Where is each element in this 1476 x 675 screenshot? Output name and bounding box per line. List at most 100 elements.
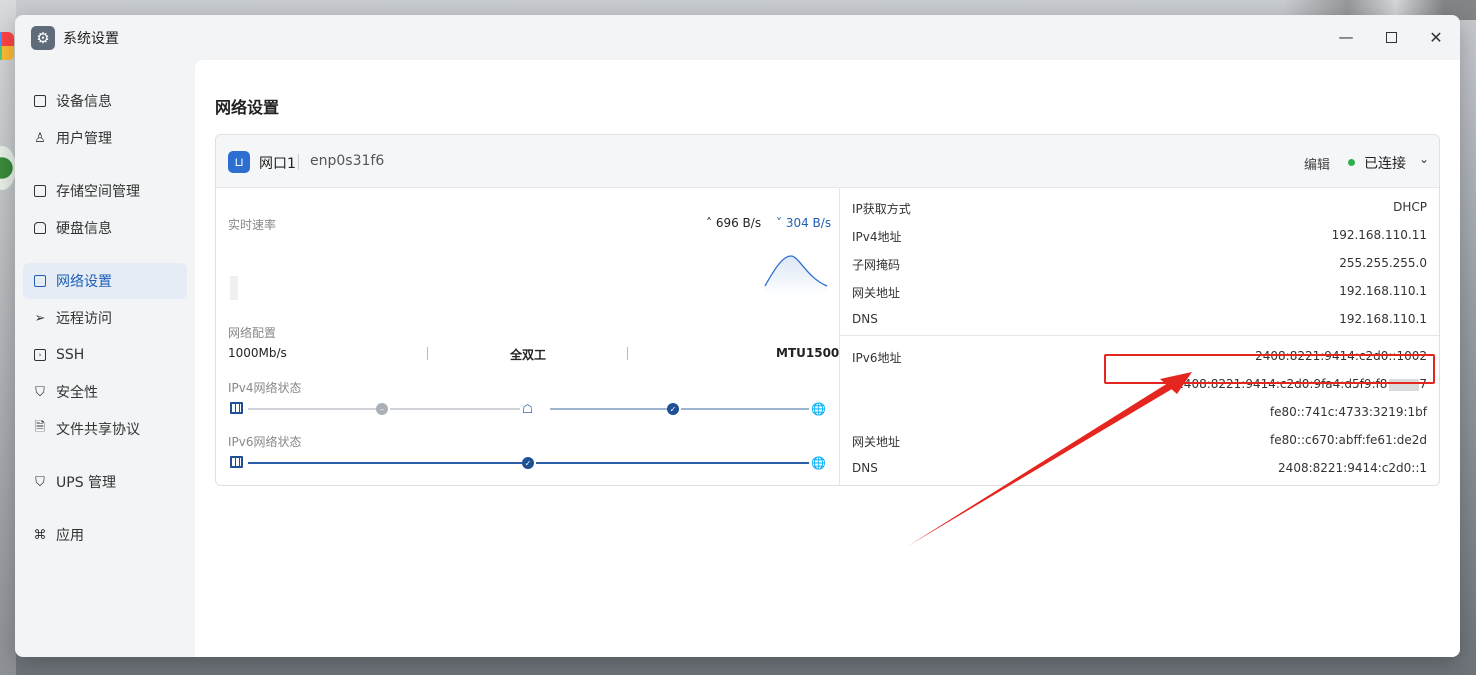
sidebar-item-label: SSH [56,347,85,363]
maximize-icon [1385,31,1397,43]
ipv4-address-label: IPv4地址 [852,230,902,244]
ipv6-address-value: fe80::741c:4733:3219:1bf [1269,405,1427,419]
sidebar-item-ssh[interactable]: › SSH [23,337,187,373]
nic-icon [230,402,243,414]
minus-icon: – [376,403,388,415]
gateway-label: 网关地址 [852,286,901,300]
sidebar-item-label: 安全性 [56,385,98,401]
check-icon: ✓ [667,403,679,415]
ip-method-value: DHCP [1393,200,1427,214]
ipv4-track-segment [550,408,668,410]
device-icon [33,94,47,108]
ipv6-track-segment [248,462,522,464]
gear-icon: ⚙ [31,26,55,50]
upload-speed: ˄ 696 B/s [706,216,762,230]
duplex-mode: 全双工 [510,348,547,362]
ipv6-gateway-value: fe80::c670:abff:fe61:de2d [1270,433,1427,447]
edit-button[interactable]: 编辑 [1304,154,1330,173]
sidebar-item-security[interactable]: ⛉ 安全性 [23,374,187,410]
ipv4-track-segment [390,408,520,410]
divider [427,347,428,360]
globe-icon: 🌐 [811,455,826,470]
sidebar-item-ups[interactable]: ⛉ UPS 管理 [23,464,187,500]
ip-info-pane: IP获取方式 DHCP IPv4地址 192.168.110.11 子网掩码 2… [840,188,1439,485]
chart-placeholder [230,276,238,300]
sidebar-item-storage[interactable]: 存储空间管理 [23,173,187,209]
settings-window: ⚙ 系统设置 — ✕ 设备信息 ♙ 用户管理 存储空间管理 硬盘信息 网络设置 … [15,15,1460,657]
ipv6-gateway-label: 网关地址 [852,435,901,449]
window-title: 系统设置 [63,31,119,47]
disk-icon [33,221,47,235]
subnet-mask-value: 255.255.255.0 [1339,256,1427,270]
divider [298,154,299,170]
sidebar-item-apps[interactable]: ⌘ 应用 [23,517,187,553]
desktop-background [0,0,16,675]
ethernet-port-icon: ⊔ [228,151,250,173]
dns-label: DNS [852,312,878,326]
arrow-down-icon: ˅ [776,216,782,230]
storage-icon [33,184,47,198]
sidebar-item-file-share[interactable]: 🗎 文件共享协议 [23,411,187,447]
ups-icon: ⛉ [35,474,45,490]
ipv6-track-segment [536,462,809,464]
router-icon: ☖ [522,401,533,416]
sidebar-item-user-management[interactable]: ♙ 用户管理 [23,120,187,156]
status-dot [1348,159,1355,166]
ipv6-address-label: IPv6地址 [852,351,902,365]
nic-icon [230,456,243,468]
globe-icon: 🌐 [811,401,826,416]
port-device: enp0s31f6 [310,153,385,169]
file-share-icon: 🗎 [34,420,46,435]
ipv4-track-segment [681,408,809,410]
connection-status[interactable]: 已连接 [1364,153,1406,173]
sidebar-item-label: 网络设置 [56,274,112,290]
sidebar-item-label: 应用 [56,528,84,544]
ipv6-dns-value: 2408:8221:9414:c2d0::1 [1278,461,1427,475]
page-title: 网络设置 [215,98,280,117]
ssh-icon: › [33,348,47,362]
minimize-icon: — [1338,28,1354,46]
shield-icon: ⛉ [35,384,45,400]
traffic-sparkline [764,255,828,296]
sidebar-item-network[interactable]: 网络设置 [23,263,187,299]
dns-value: 192.168.110.1 [1339,312,1427,326]
network-icon [33,274,47,288]
apps-icon: ⌘ [33,527,47,543]
ipv4-address-value: 192.168.110.11 [1331,228,1427,242]
ipv4-track-segment [248,408,378,410]
network-config-label: 网络配置 [228,326,277,340]
port-status-pane: 实时速率 ˄ 696 B/s ˅ 304 B/s 网络配置 1000Mb/s 全… [216,188,840,485]
link-speed: 1000Mb/s [228,346,287,360]
sidebar-item-disk[interactable]: 硬盘信息 [23,210,187,246]
sidebar-item-label: 存储空间管理 [56,184,140,200]
port-header: ⊔ 网口1 enp0s31f6 编辑 已连接 ⌄ [216,135,1439,188]
sidebar-item-label: 文件共享协议 [56,422,140,438]
sidebar-item-label: UPS 管理 [56,475,117,491]
user-icon: ♙ [34,130,46,146]
annotation-highlight-box [1104,354,1435,384]
desktop-app-icon[interactable] [0,32,14,60]
title-bar: ⚙ 系统设置 — ✕ [15,15,1460,59]
sidebar-item-label: 硬盘信息 [56,221,112,237]
minimize-button[interactable]: — [1332,25,1360,49]
ipv4-status-label: IPv4网络状态 [228,381,302,395]
download-speed: ˅ 304 B/s [776,216,832,230]
gateway-value: 192.168.110.1 [1339,284,1427,298]
network-port-card: ⊔ 网口1 enp0s31f6 编辑 已连接 ⌄ 实时速率 ˄ 696 B/s … [215,134,1440,486]
chevron-down-icon[interactable]: ⌄ [1419,152,1429,166]
ipv6-status-label: IPv6网络状态 [228,435,302,449]
mtu-value: MTU1500 [776,346,840,360]
check-icon: ✓ [522,457,534,469]
subnet-mask-label: 子网掩码 [852,258,901,272]
port-name: 网口1 [259,156,296,172]
realtime-speed-label: 实时速率 [228,218,277,232]
sidebar-item-remote-access[interactable]: ➢ 远程访问 [23,300,187,336]
arrow-up-icon: ˄ [706,216,712,230]
close-button[interactable]: ✕ [1422,25,1450,49]
divider [627,347,628,360]
divider [840,335,1439,336]
sidebar-item-device-info[interactable]: 设备信息 [23,83,187,119]
sidebar-item-label: 用户管理 [56,131,112,147]
maximize-button[interactable] [1377,25,1405,49]
close-icon: ✕ [1429,27,1443,47]
